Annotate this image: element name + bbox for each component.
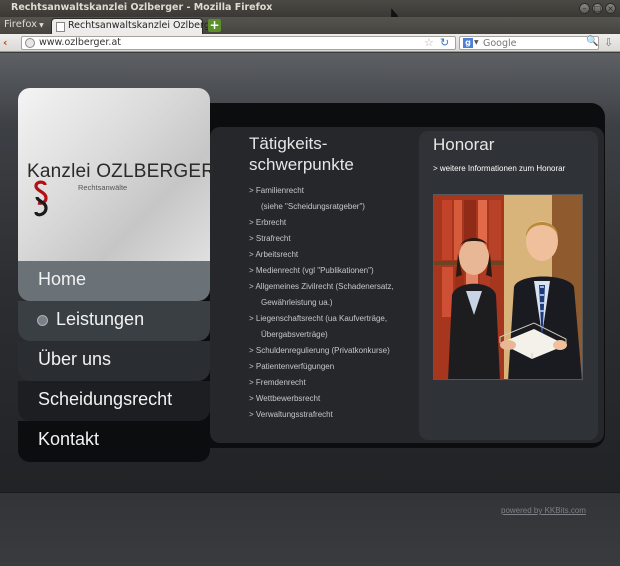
honorar-heading: Honorar: [433, 135, 495, 154]
google-icon[interactable]: g: [463, 38, 473, 48]
service-sub-label: (siehe "Scheidungsratgeber"): [261, 202, 365, 211]
download-arrow-icon[interactable]: ⇩: [604, 36, 613, 49]
logo-panel[interactable]: Kanzlei OZLBERGER Rechtsanwälte: [18, 88, 215, 261]
search-input[interactable]: [483, 37, 583, 49]
service-label[interactable]: > Patientenverfügungen: [249, 362, 334, 371]
list-item[interactable]: > Fremdenrecht: [249, 375, 419, 391]
list-item[interactable]: > Schuldenregulierung (Privatkonkurse): [249, 343, 419, 359]
list-item[interactable]: > Strafrecht: [249, 231, 419, 247]
service-sub-label: Übergabsverträge): [261, 330, 328, 339]
maximize-icon[interactable]: □: [592, 3, 603, 14]
logo-subtitle: Rechtsanwälte: [78, 183, 128, 192]
navigation-bar: ‹ www.ozlberger.at ☆ ↻ g ▼ 🔍 ⇩: [0, 34, 620, 52]
service-label[interactable]: > Arbeitsrecht: [249, 250, 298, 259]
list-item[interactable]: > Verwaltungsstrafrecht: [249, 407, 419, 423]
service-label[interactable]: > Medienrecht (vgl "Publikationen"): [249, 266, 374, 275]
paragraph-section-icon: [34, 180, 48, 217]
nav-kontakt-label: Kontakt: [38, 429, 100, 449]
honorar-link[interactable]: > weitere Informationen zum Honorar: [433, 164, 565, 173]
nav-scheidungsrecht[interactable]: Scheidungsrecht: [18, 381, 210, 421]
logo-wordmark: Kanzlei OZLBERGER: [27, 161, 215, 183]
list-item[interactable]: > Arbeitsrecht: [249, 247, 419, 263]
search-icon[interactable]: 🔍: [586, 36, 598, 47]
service-label[interactable]: > Erbrecht: [249, 218, 286, 227]
tab-bar: Firefox ▼ Rechtsanwaltskanzlei Ozlberger …: [0, 17, 620, 34]
nav-leistungen-label: Leistungen: [56, 309, 145, 329]
nav-scheidungsrecht-label: Scheidungsrecht: [38, 389, 173, 409]
nav-kontakt[interactable]: Kontakt: [18, 421, 210, 462]
list-item[interactable]: > Liegenschaftsrecht (ua Kaufverträge, Üb…: [249, 311, 419, 343]
globe-icon: [25, 38, 35, 48]
tab-active[interactable]: Rechtsanwaltskanzlei Ozlberger: [51, 18, 220, 34]
chevron-down-icon[interactable]: ▼: [474, 37, 479, 49]
close-icon[interactable]: ×: [605, 3, 616, 14]
lawyers-photo-image: [434, 195, 582, 379]
service-label[interactable]: > Schuldenregulierung (Privatkonkurse): [249, 346, 390, 355]
powered-by-link[interactable]: powered by KKBits.com: [501, 506, 586, 515]
service-sub-label: Gewährleistung ua.): [261, 298, 333, 307]
service-label[interactable]: > Allgemeines Zivilrecht (Schadenersatz,: [249, 282, 394, 291]
window-titlebar: Rechtsanwaltskanzlei Ozlberger - Mozilla…: [0, 0, 620, 20]
services-list: > Familienrecht (siehe "Scheidungsratgebe…: [249, 183, 419, 423]
list-item[interactable]: > Allgemeines Zivilrecht (Schadenersatz,…: [249, 279, 419, 311]
lawyers-photo: [433, 194, 583, 380]
page-icon: [56, 22, 65, 32]
window-title: Rechtsanwaltskanzlei Ozlberger - Mozilla…: [11, 2, 273, 13]
list-item[interactable]: > Erbrecht: [249, 215, 419, 231]
logo-name-ozlberger: OZLBERGER: [96, 161, 216, 182]
nav-ueber-uns[interactable]: Über uns: [18, 341, 210, 381]
new-tab-plus-icon[interactable]: +: [208, 19, 221, 32]
bullet-icon: [37, 315, 48, 326]
reload-icon[interactable]: ↻: [440, 36, 449, 49]
services-heading-line2: schwerpunkte: [249, 155, 354, 174]
tab-title: Rechtsanwaltskanzlei Ozlberger: [68, 20, 220, 31]
services-heading: Tätigkeits- schwerpunkte: [249, 133, 409, 175]
firefox-menu-label: Firefox: [4, 19, 38, 30]
search-bar[interactable]: g ▼ 🔍: [459, 36, 599, 50]
firefox-menu-button[interactable]: Firefox ▼: [4, 19, 44, 30]
chevron-down-icon: ▼: [39, 22, 44, 29]
service-label[interactable]: > Wettbewerbsrecht: [249, 394, 320, 403]
url-text[interactable]: www.ozlberger.at: [39, 37, 121, 48]
minimize-icon[interactable]: –: [579, 3, 590, 14]
service-label[interactable]: > Liegenschaftsrecht (ua Kaufverträge,: [249, 314, 387, 323]
service-label[interactable]: > Fremdenrecht: [249, 378, 306, 387]
footer-band: [0, 492, 620, 566]
url-bar[interactable]: www.ozlberger.at ☆ ↻: [21, 36, 456, 50]
nav-home[interactable]: Home: [18, 261, 210, 301]
page-viewport: Kanzlei OZLBERGER Rechtsanwälte Home Lei…: [0, 53, 620, 566]
nav-home-label: Home: [38, 269, 87, 289]
list-item[interactable]: > Familienrecht (siehe "Scheidungsratgebe…: [249, 183, 419, 215]
list-item[interactable]: > Patientenverfügungen: [249, 359, 419, 375]
back-arrow-icon[interactable]: ‹: [3, 36, 15, 49]
list-item[interactable]: > Medienrecht (vgl "Publikationen"): [249, 263, 419, 279]
services-heading-line1: Tätigkeits-: [249, 134, 328, 153]
list-item[interactable]: > Wettbewerbsrecht: [249, 391, 419, 407]
bookmark-star-icon[interactable]: ☆: [424, 36, 434, 49]
service-label[interactable]: > Familienrecht: [249, 186, 304, 195]
nav-leistungen[interactable]: Leistungen: [18, 301, 210, 341]
nav-ueber-uns-label: Über uns: [38, 349, 112, 369]
service-label[interactable]: > Verwaltungsstrafrecht: [249, 410, 333, 419]
service-label[interactable]: > Strafrecht: [249, 234, 291, 243]
